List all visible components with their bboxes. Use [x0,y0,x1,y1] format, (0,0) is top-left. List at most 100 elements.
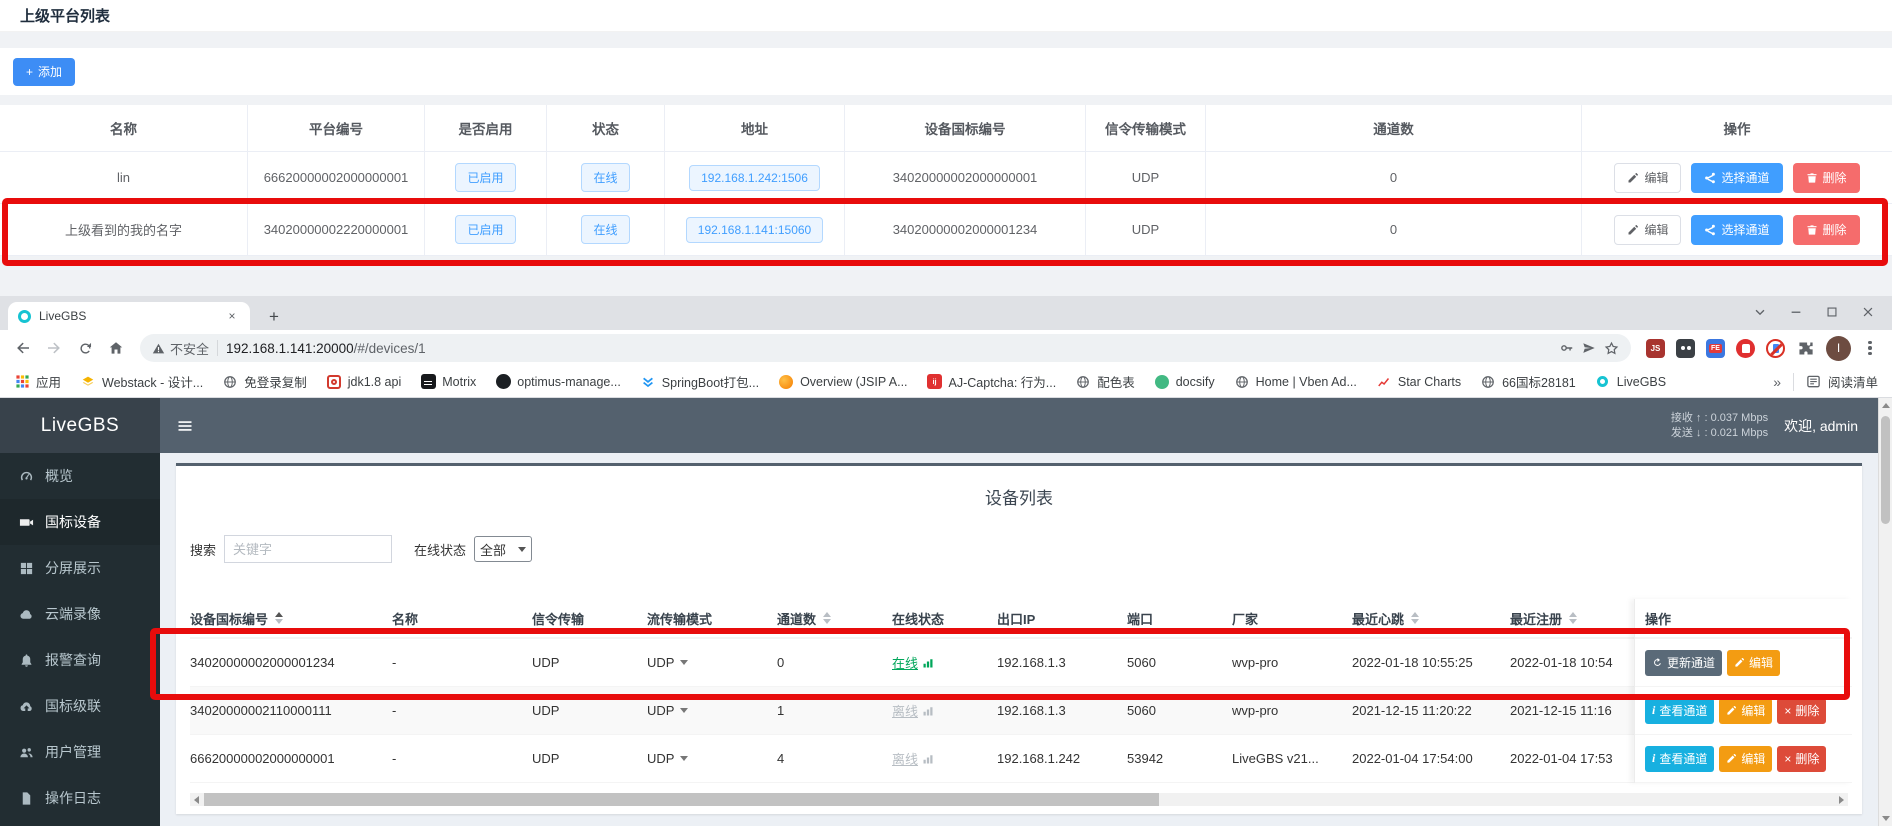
bookmarks-overflow-chevrons[interactable]: » [1773,374,1781,390]
stream-mode-select[interactable]: UDP [647,703,688,718]
sidebar-item-overview[interactable]: 概览 [0,453,160,499]
bar-chart-icon [922,753,934,765]
browser-menu-kebab-icon[interactable] [1862,339,1878,358]
delete-button[interactable]: 删除 [1793,215,1860,245]
vertical-scrollbar[interactable] [1878,398,1892,826]
bookmark-star-icon[interactable] [1604,341,1619,356]
not-secure-label[interactable]: 不安全 [170,339,209,358]
sidebar-item-split-screen[interactable]: 分屏展示 [0,545,160,591]
bookmark-vben[interactable]: Home | Vben Ad... [1234,374,1357,390]
bookmark-star-charts[interactable]: Star Charts [1376,374,1461,390]
bookmark-webstack[interactable]: Webstack - 设计... [80,372,203,391]
edit-button[interactable]: 编辑 [1614,215,1681,245]
back-button[interactable] [10,335,36,361]
bookmark-livegbs[interactable]: LiveGBS [1595,374,1666,390]
sidebar-item-user-management[interactable]: 用户管理 [0,729,160,775]
col-channels[interactable]: 通道数 [777,609,892,628]
up-arrow-icon: ↑ [1696,412,1702,424]
forward-button[interactable] [41,335,67,361]
app-logo[interactable]: LiveGBS [0,398,160,453]
stream-mode-select[interactable]: UDP [647,655,688,670]
offline-status-link[interactable]: 离线 [892,749,934,768]
horizontal-scrollbar[interactable] [190,793,1848,806]
sidebar-item-cloud-recording[interactable]: 云端录像 [0,591,160,637]
address-badge[interactable]: 192.168.1.242:1506 [689,165,820,191]
bookmark-gb28181[interactable]: 66国标28181 [1480,372,1576,391]
reload-button[interactable] [72,335,98,361]
view-channels-button[interactable]: i查看通道 [1645,746,1714,772]
sidebar-item-gb-devices[interactable]: 国标设备 [0,499,160,545]
bar-chart-icon [922,657,934,669]
bookmark-motrix[interactable]: Motrix [420,374,476,390]
info-icon: i [1652,751,1655,766]
bookmark-springboot[interactable]: SpringBoot打包... [640,372,759,391]
reading-list-button[interactable]: 阅读清单 [1806,372,1878,391]
delete-button[interactable]: 删除 [1793,163,1860,193]
bookmark-jdk-api[interactable]: jdk1.8 api [326,374,402,390]
edit-device-button[interactable]: 编辑 [1727,650,1780,676]
offline-status-link[interactable]: 离线 [892,701,934,720]
col-header-platform-id: 平台编号 [248,105,425,151]
delete-device-button[interactable]: ×删除 [1777,698,1826,724]
vertical-scrollbar-thumb[interactable] [1881,416,1890,524]
edit-button[interactable]: 编辑 [1614,163,1681,193]
browser-tab-livegbs[interactable]: LiveGBS × [8,302,250,330]
address-bar[interactable]: 不安全 192.168.1.141:20000/#/devices/1 [140,334,1631,362]
sidebar-item-operation-log[interactable]: 操作日志 [0,775,160,821]
delete-device-button[interactable]: ×删除 [1777,746,1826,772]
scroll-left-arrow-icon[interactable] [194,796,199,804]
bookmark-apps[interactable]: 应用 [14,372,61,391]
profile-avatar[interactable]: I [1826,336,1851,361]
extensions-puzzle-icon[interactable] [1796,339,1815,358]
pencil-icon [1734,657,1745,668]
scroll-up-arrow-icon[interactable] [1882,403,1890,408]
col-gb-id[interactable]: 设备国标编号 [190,609,392,628]
tab-search-chevron-icon[interactable] [1742,299,1778,325]
stream-mode-select[interactable]: UDP [647,751,688,766]
password-key-icon[interactable] [1560,341,1574,355]
bookmark-docsify[interactable]: docsify [1154,374,1215,390]
extension-js-icon[interactable]: JS [1646,339,1665,358]
tab-close-icon[interactable]: × [224,308,240,324]
scroll-right-arrow-icon[interactable] [1839,796,1844,804]
online-status-link[interactable]: 在线 [892,653,934,672]
bookmark-copy-free[interactable]: 免登录复制 [222,372,307,391]
scroll-down-arrow-icon[interactable] [1882,816,1890,821]
edit-device-button[interactable]: 编辑 [1719,746,1772,772]
send-to-device-icon[interactable] [1582,341,1596,355]
window-close-button[interactable] [1850,299,1886,325]
address-badge[interactable]: 192.168.1.141:15060 [686,217,823,243]
platform-row-lin: lin 66620000002000000001 已启用 在线 192.168.… [0,152,1892,204]
bookmark-aj-captcha[interactable]: ijAJ-Captcha: 行为... [927,372,1057,391]
page-title: 上级平台列表 [20,5,110,26]
update-channels-button[interactable]: 更新通道 [1645,650,1722,676]
motrix-icon [420,374,436,390]
view-channels-button[interactable]: i查看通道 [1645,698,1714,724]
sidebar-toggle-hamburger-icon[interactable] [177,418,193,434]
apps-grid-icon [14,374,30,390]
online-status-select[interactable]: 全部 [474,536,532,562]
bookmark-optimus[interactable]: optimus-manage... [495,374,621,390]
col-heartbeat[interactable]: 最近心跳 [1352,609,1510,628]
bookmark-overview-jsip[interactable]: Overview (JSIP A... [778,374,907,390]
horizontal-scrollbar-thumb[interactable] [204,793,1159,806]
window-maximize-button[interactable] [1814,299,1850,325]
sidebar-item-gb-cascade[interactable]: 国标级联 [0,683,160,729]
window-minimize-button[interactable] [1778,299,1814,325]
search-label: 搜索 [190,540,216,559]
select-channel-button[interactable]: 选择通道 [1691,215,1782,245]
add-platform-button[interactable]: + 添加 [13,58,75,86]
select-channel-button[interactable]: 选择通道 [1691,163,1782,193]
sidebar-item-basic-config[interactable]: 基础配置 [0,821,160,826]
extension-fe-icon[interactable]: FE [1706,339,1725,358]
welcome-user[interactable]: 欢迎, admin [1784,416,1858,436]
extension-adblock-hand-icon[interactable] [1736,339,1755,358]
extension-goggles-icon[interactable] [1676,339,1695,358]
home-button[interactable] [103,335,129,361]
search-input[interactable] [224,535,392,563]
edit-device-button[interactable]: 编辑 [1719,698,1772,724]
new-tab-button[interactable]: + [262,305,286,329]
sidebar-item-alarm-query[interactable]: 报警查询 [0,637,160,683]
extension-blocked-phone-icon[interactable] [1766,339,1785,358]
bookmark-color-table[interactable]: 配色表 [1075,372,1135,391]
